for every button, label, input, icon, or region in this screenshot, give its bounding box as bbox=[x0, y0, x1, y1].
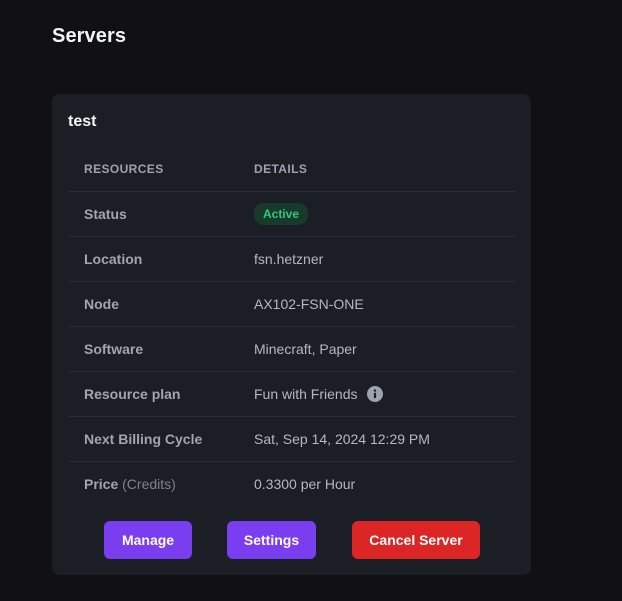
software-label: Software bbox=[84, 341, 144, 357]
table-row-price: Price (Credits) 0.3300 per Hour bbox=[68, 461, 516, 506]
billing-cycle-label: Next Billing Cycle bbox=[84, 431, 203, 447]
table-row-status: Status Active bbox=[68, 191, 516, 236]
header-details: DETAILS bbox=[254, 161, 308, 176]
price-sublabel: (Credits) bbox=[122, 476, 176, 492]
server-actions: Manage Settings Cancel Server bbox=[52, 521, 531, 559]
resource-plan-value: Fun with Friends bbox=[254, 386, 358, 402]
status-badge: Active bbox=[254, 203, 309, 225]
location-value: fsn.hetzner bbox=[254, 251, 324, 267]
settings-button[interactable]: Settings bbox=[227, 521, 316, 559]
table-row-node: Node AX102-FSN-ONE bbox=[68, 281, 516, 326]
price-value: 0.3300 per Hour bbox=[254, 476, 356, 492]
manage-button[interactable]: Manage bbox=[104, 521, 192, 559]
table-row-location: Location fsn.hetzner bbox=[68, 236, 516, 281]
location-label: Location bbox=[84, 251, 143, 267]
resource-plan-label: Resource plan bbox=[84, 386, 181, 402]
table-header: RESOURCES DETAILS bbox=[68, 146, 516, 191]
header-resources: RESOURCES bbox=[84, 161, 164, 176]
table-row-resource-plan: Resource plan Fun with Friends bbox=[68, 371, 516, 416]
status-label: Status bbox=[84, 206, 127, 222]
server-card: test RESOURCES DETAILS Status Active Loc… bbox=[52, 94, 531, 575]
table-row-billing-cycle: Next Billing Cycle Sat, Sep 14, 2024 12:… bbox=[68, 416, 516, 461]
table-row-software: Software Minecraft, Paper bbox=[68, 326, 516, 371]
node-label: Node bbox=[84, 296, 119, 312]
cancel-server-button[interactable]: Cancel Server bbox=[352, 521, 480, 559]
page-title: Servers bbox=[52, 25, 127, 47]
server-details-table: RESOURCES DETAILS Status Active Location… bbox=[68, 146, 516, 506]
info-icon[interactable] bbox=[367, 386, 384, 402]
node-value: AX102-FSN-ONE bbox=[254, 296, 364, 312]
server-name: test bbox=[68, 113, 97, 130]
software-value: Minecraft, Paper bbox=[254, 341, 357, 357]
billing-cycle-value: Sat, Sep 14, 2024 12:29 PM bbox=[254, 431, 430, 447]
price-label: Price bbox=[84, 476, 119, 492]
